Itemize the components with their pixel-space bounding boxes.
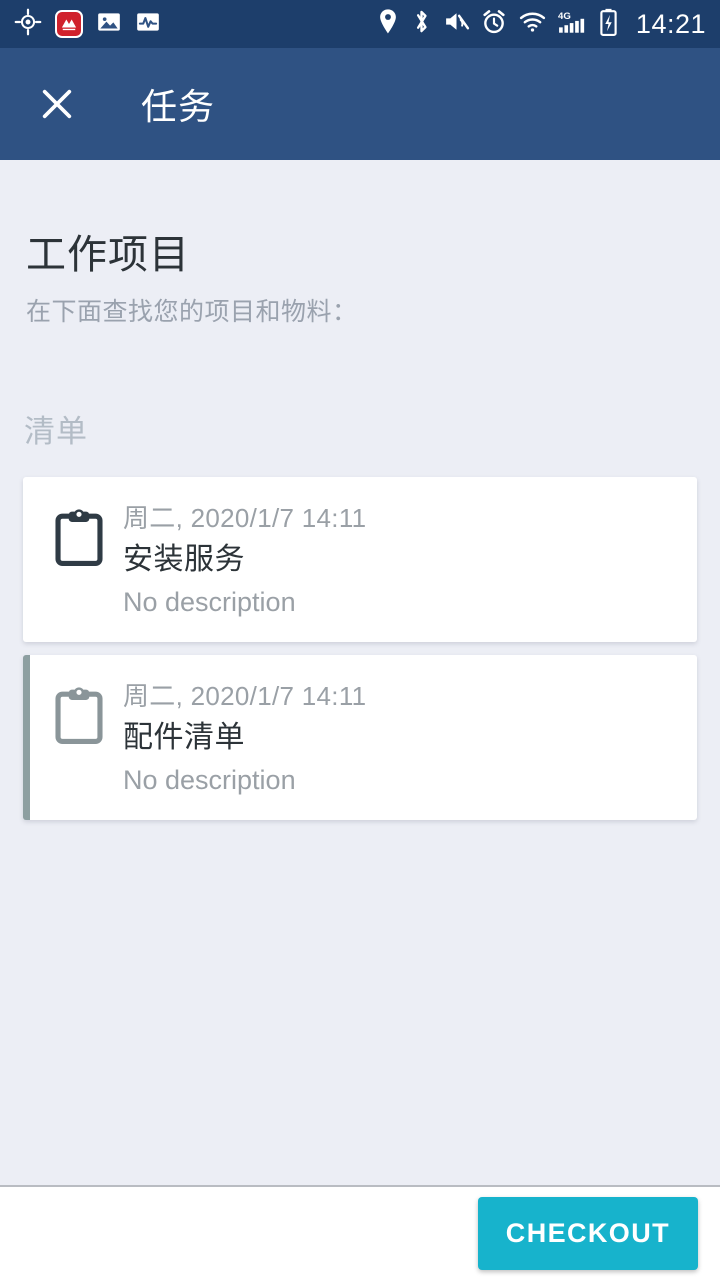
app-bar-title: 任务 <box>141 86 216 127</box>
clipboard-icon <box>47 509 111 567</box>
gallery-photo-icon <box>96 9 122 40</box>
list-item[interactable]: 周二, 2020/1/7 14:11 安装服务 No description <box>23 477 697 642</box>
clipboard-icon <box>47 687 111 745</box>
app-bar: 任务 <box>0 48 720 160</box>
list-item-date: 周二, 2020/1/7 14:11 <box>123 503 367 533</box>
status-bar-right-icons: 4G 14:21 <box>376 8 706 41</box>
status-bar-left-icons <box>14 8 161 41</box>
list-item-body: 周二, 2020/1/7 14:11 配件清单 No description <box>123 681 677 794</box>
status-bar-clock: 14:21 <box>635 8 706 39</box>
volume-mute-icon <box>443 9 470 39</box>
alarm-clock-icon <box>481 9 507 40</box>
list-item-title: 安装服务 <box>123 543 245 576</box>
location-pin-icon <box>376 8 400 40</box>
close-button[interactable] <box>25 72 89 136</box>
svg-text:4G: 4G <box>558 10 571 21</box>
list-item-description: No description <box>123 765 296 795</box>
page-title: 工作项目 <box>26 233 190 277</box>
bluetooth-icon <box>411 8 432 40</box>
app-logo-icon <box>55 10 83 38</box>
list-item-title: 配件清单 <box>123 721 245 754</box>
main-content: 工作项目 在下面查找您的项目和物料： 清单 周二, 2020/1/7 14:11… <box>0 160 720 1185</box>
checkout-button[interactable]: CHECKOUT <box>477 1197 698 1270</box>
list-item-body: 周二, 2020/1/7 14:11 安装服务 No description <box>123 503 677 616</box>
page-subtitle: 在下面查找您的项目和物料： <box>26 298 358 326</box>
status-bar: 4G 14:21 <box>0 0 720 48</box>
wifi-icon <box>518 9 547 39</box>
gps-location-icon <box>14 8 42 41</box>
bottom-action-bar: CHECKOUT <box>0 1185 720 1280</box>
list-item-description: No description <box>123 587 296 617</box>
battery-charging-icon <box>599 8 618 41</box>
list-item[interactable]: 周二, 2020/1/7 14:11 配件清单 No description <box>23 655 697 820</box>
section-label-checklist: 清单 <box>24 414 88 449</box>
list-item-date: 周二, 2020/1/7 14:11 <box>123 681 367 711</box>
close-icon <box>42 89 72 119</box>
signal-4g-icon: 4G <box>558 9 588 40</box>
activity-pulse-icon <box>135 9 161 40</box>
